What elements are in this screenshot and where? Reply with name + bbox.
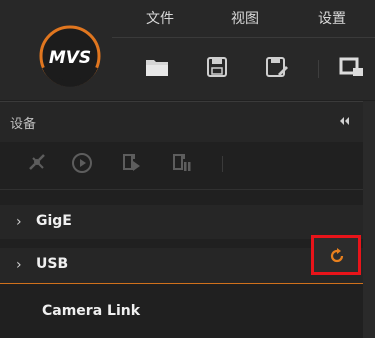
mvs-app-window: MVS 文件 视图 设置 设备 › GigE › USB Camera Link [0,0,375,338]
device-toolbar [0,142,363,184]
play-icon[interactable] [70,151,94,175]
acquire-icon[interactable] [120,151,144,175]
device-panel: 设备 › GigE › USB Camera Link [0,101,363,338]
tree-item-usb[interactable]: › USB [0,235,363,284]
device-panel-header: 设备 [0,101,363,142]
menu-settings[interactable]: 设置 [318,8,346,28]
refresh-button[interactable] [311,235,361,275]
chevron-right-icon[interactable]: › [16,257,22,273]
refresh-icon [330,248,344,263]
panel-splitter[interactable] [363,101,375,338]
save-as-icon[interactable] [264,56,290,78]
disconnect-icon[interactable] [26,151,50,175]
device-panel-title: 设备 [10,117,37,132]
collapse-panel-icon[interactable] [337,114,351,128]
toolbar-separator [318,60,319,78]
menu-view[interactable]: 视图 [231,8,259,28]
app-header: MVS 文件 视图 设置 [0,0,375,100]
panel-divider [0,189,363,190]
stop-acquire-icon[interactable] [170,151,194,175]
menu-bar: 文件 视图 设置 [112,0,375,36]
tree-item-label: USB [36,256,69,272]
tree-item-gige[interactable]: › GigE [0,205,363,239]
menu-file[interactable]: 文件 [146,8,174,28]
open-folder-icon[interactable] [144,56,170,78]
chevron-right-icon[interactable]: › [16,214,22,230]
svg-text:MVS: MVS [49,48,91,68]
tree-item-label: GigE [36,213,72,229]
menu-divider [112,37,375,38]
main-toolbar [140,50,375,86]
tree-item-camera-link[interactable]: Camera Link [0,295,363,329]
tools-separator [222,156,223,172]
mvs-logo: MVS [39,25,101,87]
window-icon[interactable] [338,56,364,78]
tree-item-label: Camera Link [42,303,141,319]
save-icon[interactable] [204,56,230,78]
